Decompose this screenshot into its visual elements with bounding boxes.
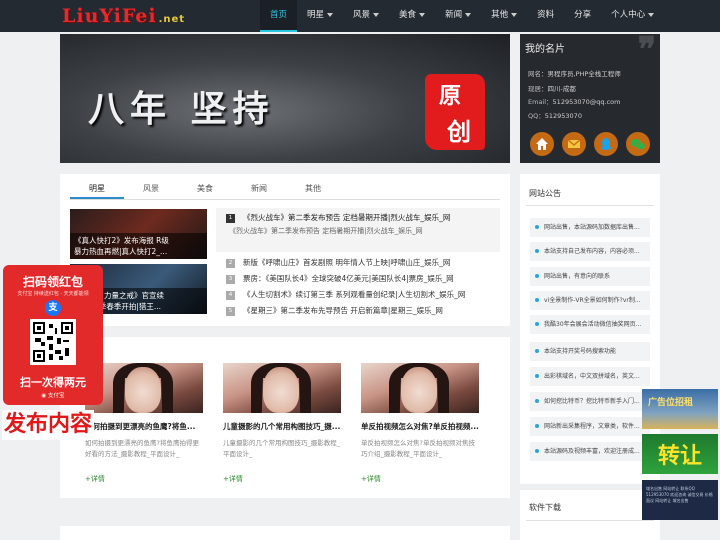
headline-item[interactable]: 1 《烈火战车》第二季发布预告 定档暑期开播|烈火战车_娱乐_网 《烈火战车》第二… — [216, 208, 500, 252]
nav-item-share[interactable]: 分享 — [564, 0, 601, 32]
qq-icon[interactable] — [594, 132, 618, 156]
side-ad-1[interactable]: 广告位招租 — [642, 389, 718, 429]
profile-card: ❞ 我的名片 网名：男程序员,PHP全栈工程师 现居：四川-成都 Email：5… — [520, 30, 660, 163]
nav-item-docs[interactable]: 资料 — [527, 0, 564, 32]
mail-icon[interactable] — [562, 132, 586, 156]
headline-summary: 《烈火战车》第二季发布预告 定档暑期开播|烈火战车_娱乐_网 — [229, 227, 423, 235]
chevron-down-icon — [648, 12, 655, 17]
top-header: LiuYiFei .net 首页 明星 风景 美食 新闻 其他 资料 分享 个人中… — [0, 0, 720, 32]
nav-item-scenery[interactable]: 风景 — [343, 0, 389, 32]
home-icon[interactable] — [530, 132, 554, 156]
card-image[interactable] — [361, 363, 479, 413]
card-more-link[interactable]: +详情 — [361, 474, 479, 484]
notice-item[interactable]: 网站出售，本站源码加数据库出售... — [530, 218, 650, 237]
news-tabs: 明星 风景 美食 新闻 其他 — [70, 180, 500, 200]
notice-item[interactable]: 本站支持开奖号码搜索功能 — [530, 342, 650, 361]
news-thumb-1[interactable]: 《真人快打2》发布海报 R级 暴力热血再燃|真人快打2_... — [70, 209, 207, 259]
tab-scenery[interactable]: 风景 — [124, 180, 178, 199]
notice-item[interactable]: 本站支持自己发布内容，内容必须... — [530, 242, 650, 261]
profile-title: 我的名片 — [525, 44, 565, 55]
banner-slider[interactable]: 八年 坚持 原 创 — [60, 34, 510, 163]
tab-food[interactable]: 美食 — [178, 180, 232, 199]
chevron-down-icon — [327, 12, 334, 17]
profile-row-location: 现居：四川-成都 — [528, 85, 576, 93]
card-desc: 如何拍摄到更漂亮的鱼鹰?将鱼鹰拍得更好看的方法_摄影教程_平面设计_ — [85, 439, 199, 458]
notice-item[interactable]: 如何挖比特币？挖比特币新手入门... — [530, 392, 650, 411]
qr-code-icon — [30, 319, 76, 365]
article-card[interactable]: 儿童摄影的几个常用构图技巧_摄... 儿童摄影的几个常用构图技巧_摄影教程_平面… — [223, 363, 341, 484]
nav-item-user-center[interactable]: 个人中心 — [601, 0, 664, 32]
card-more-link[interactable]: +详情 — [223, 474, 341, 484]
nav-item-other[interactable]: 其他 — [481, 0, 527, 32]
card-title[interactable]: 单反拍视频怎么对焦?单反拍视频... — [361, 421, 479, 432]
bottom-panel — [60, 526, 510, 540]
notice-title: 网站公告 — [529, 189, 561, 198]
site-logo[interactable]: LiuYiFei .net — [62, 5, 185, 27]
news-item[interactable]: 4 《人生切割术》续订第三季 系列观看量创纪录|人生切割术_娱乐_网 — [226, 289, 465, 300]
news-item[interactable]: 3 票房：《美国队长4》全球突破4亿美元|美国队长4|票房_娱乐_网 — [226, 273, 454, 284]
notice-item[interactable]: vi全景制作-VR全景如何制作?vr制... — [530, 291, 650, 310]
notice-item[interactable]: 我酷30年会展会活动微信抽奖网页... — [530, 315, 650, 334]
news-item[interactable]: 2 新版《呼啸山庄》首发剧照 明年情人节上映|呼啸山庄_娱乐_网 — [226, 257, 450, 268]
quote-mark: ❞ — [637, 30, 656, 70]
notice-item[interactable]: 本站源码及视频丰富，欢迎注册成... — [530, 442, 650, 461]
profile-row-name: 网名：男程序员,PHP全栈工程师 — [528, 70, 621, 78]
nav-item-news[interactable]: 新闻 — [435, 0, 481, 32]
news-item[interactable]: 5 《星期三》第二季发布先导预告 开启新篇章|星期三_娱乐_网 — [226, 305, 443, 316]
ad-brand: ◉ 支付宝 — [41, 393, 65, 399]
tab-news[interactable]: 新闻 — [232, 180, 286, 199]
software-download-panel: 软件下载 — [520, 490, 660, 540]
card-title[interactable]: 如何拍摄到更漂亮的鱼鹰?将鱼... — [85, 421, 203, 432]
ad-scan-text: 扫一次得两元 — [20, 376, 86, 389]
profile-row-qq: QQ：512953070 — [528, 112, 582, 120]
original-seal: 原 创 — [425, 74, 495, 154]
photo-cards-panel: 如何拍摄到更漂亮的鱼鹰?将鱼... 如何拍摄到更漂亮的鱼鹰?将鱼鹰拍得更好看的方… — [60, 337, 510, 498]
notice-item[interactable]: 网站出售，有意向的联系 — [530, 267, 650, 286]
nav-item-food[interactable]: 美食 — [389, 0, 435, 32]
ad-header: 扫码领红包 — [22, 275, 83, 289]
article-card[interactable]: 单反拍视频怎么对焦?单反拍视频... 单反拍视频怎么对焦?单反拍视频对焦技巧介绍… — [361, 363, 479, 484]
chevron-down-icon — [419, 12, 426, 17]
card-image[interactable] — [223, 363, 341, 413]
nav-item-stars[interactable]: 明星 — [297, 0, 343, 32]
card-desc: 单反拍视频怎么对焦?单反拍视频对焦技巧介绍_摄影教程_平面设计_ — [361, 439, 475, 458]
chevron-down-icon — [373, 12, 380, 17]
main-nav: 首页 明星 风景 美食 新闻 其他 资料 分享 个人中心 — [260, 0, 664, 32]
card-more-link[interactable]: +详情 — [85, 474, 203, 484]
profile-row-email: Email：512953070@qq.com — [528, 98, 621, 106]
side-ad-transfer[interactable]: 转让 — [642, 434, 718, 474]
logo-text: LiuYiFei — [62, 5, 157, 27]
tab-stars[interactable]: 明星 — [70, 180, 124, 199]
notice-item[interactable]: 网站新出采集程序，文章类，软件... — [530, 417, 650, 436]
seal-char-1: 原 — [439, 83, 462, 109]
chevron-down-icon — [465, 12, 472, 17]
nav-item-home[interactable]: 首页 — [260, 0, 298, 32]
soft-title: 软件下载 — [529, 503, 561, 512]
wechat-icon[interactable] — [626, 132, 650, 156]
chevron-down-icon — [511, 12, 518, 17]
rank-badge: 1 — [226, 213, 235, 223]
card-title[interactable]: 儿童摄影的几个常用构图技巧_摄... — [223, 421, 341, 432]
news-tab-panel: 明星 风景 美食 新闻 其他 《真人快打2》发布海报 R级 暴力热血再燃|真人快打… — [60, 174, 510, 326]
seal-char-2: 创 — [447, 117, 471, 146]
ad-subtext: 支付宝 持续送红包 · 天天都能领 — [17, 291, 89, 297]
tab-other[interactable]: 其他 — [286, 180, 340, 199]
banner-text: 八年 坚持 — [88, 88, 275, 130]
alipay-icon: 支 — [45, 300, 61, 316]
card-desc: 儿童摄影的几个常用构图技巧_摄影教程_平面设计_ — [223, 439, 340, 458]
profile-social-icons — [530, 132, 650, 156]
headline-title[interactable]: 1 《烈火战车》第二季发布预告 定档暑期开播|烈火战车_娱乐_网 — [226, 212, 450, 223]
notice-item[interactable]: 出彩棋域名，中文双拼域名，英文... — [530, 367, 650, 386]
publish-content-button[interactable]: 发布内容 — [2, 410, 95, 440]
red-packet-ad[interactable]: 扫码领红包 支付宝 持续送红包 · 天天都能领 支 扫一次得两元 ◉ 支付宝 — [3, 265, 103, 405]
logo-suffix: .net — [158, 14, 186, 25]
side-ad-3[interactable]: 域名出售 网站转让 联系QQ 512953070 欢迎咨询 诚信交易 价格面议 … — [642, 480, 718, 520]
site-notice-panel: 网站公告 网站出售，本站源码加数据库出售... 本站支持自己发布内容，内容必须.… — [520, 174, 660, 484]
